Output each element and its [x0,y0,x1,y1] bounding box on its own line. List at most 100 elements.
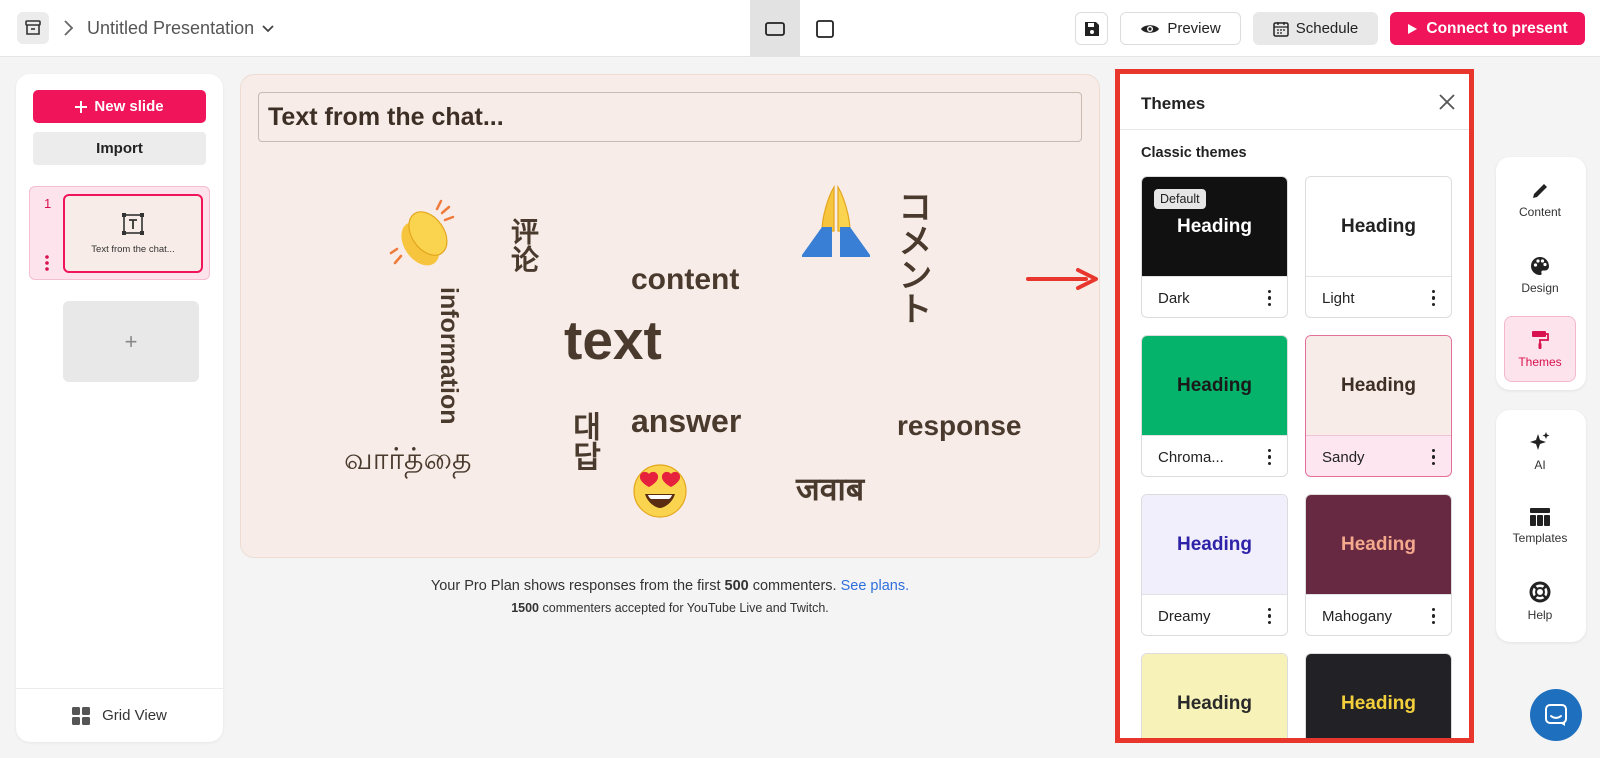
widescreen-view-button[interactable] [750,0,800,57]
theme-heading: Heading [1177,215,1252,237]
add-slide-symbol: + [124,328,138,354]
plan-notice-line2-count: 1500 [511,601,540,615]
slide-thumbnail-item[interactable]: 1 Text from the chat... [29,186,210,280]
theme-heading: Heading [1341,533,1416,555]
play-icon [1408,23,1418,34]
chevron-down-icon [262,24,274,32]
word-tamil: வார்த்தை [344,443,472,476]
home-button[interactable] [17,12,49,44]
theme-name: Chroma... [1158,448,1224,466]
more-options-icon[interactable] [1267,448,1271,466]
right-tool-rail: Content Design Themes [1496,157,1586,390]
grid-view-label: Grid View [102,707,167,724]
plan-notice: Your Pro Plan shows responses from the f… [240,578,1100,594]
square-view-button[interactable] [800,0,850,57]
theme-card-chroma[interactable]: Heading Chroma... [1141,335,1288,477]
plan-notice-line2: 1500 commenters accepted for YouTube Liv… [240,601,1100,615]
grid-icon [72,706,91,725]
theme-preview: Heading [1142,495,1287,594]
themes-header: Themes [1120,74,1469,130]
lifebuoy-icon [1529,581,1551,602]
classic-themes-label: Classic themes [1141,145,1247,161]
new-slide-button[interactable]: New slide [33,90,206,123]
slide-thumbnail[interactable]: Text from the chat... [63,194,203,273]
more-options-icon[interactable] [1267,289,1271,307]
connect-label: Connect to present [1426,19,1568,37]
theme-footer: Mahogany [1306,594,1451,635]
theme-card-mahogany[interactable]: Heading Mahogany [1305,494,1452,636]
paint-roller-icon [1532,330,1549,349]
preview-button[interactable]: Preview [1120,12,1241,45]
presentation-title[interactable]: Untitled Presentation [87,18,274,39]
themes-panel: Themes Classic themes Default Heading Da… [1115,69,1474,743]
theme-card-sandy[interactable]: Heading Sandy [1305,335,1452,477]
more-options-icon[interactable] [1431,448,1435,466]
plan-notice-suffix: commenters. [748,578,841,594]
themes-panel-title: Themes [1141,94,1206,113]
theme-heading: Heading [1177,374,1252,396]
calendar-icon [1272,21,1289,37]
slide-options-icon[interactable] [45,255,49,271]
word-daedap: 대답 [567,411,600,471]
more-options-icon[interactable] [1267,607,1271,625]
eye-icon [1141,24,1160,33]
theme-preview: Heading [1306,654,1451,738]
preview-label: Preview [1167,20,1221,37]
theme-name: Light [1322,289,1355,307]
theme-preview: Heading [1142,336,1287,435]
word-javab: जवाब [796,471,865,507]
plan-notice-prefix: Your Pro Plan shows responses from the f… [430,578,725,594]
templates-tab[interactable]: Templates [1504,493,1576,559]
text-type-icon [122,213,144,235]
add-slide-button[interactable]: + [63,301,199,382]
theme-heading: Heading [1177,533,1252,555]
slide-number: 1 [44,196,52,211]
theme-name: Dreamy [1158,607,1211,625]
word-information: information [435,287,463,425]
grid-view-button[interactable]: Grid View [16,688,223,742]
theme-card-dreamy[interactable]: Heading Dreamy [1141,494,1288,636]
plan-notice-count: 500 [724,578,749,594]
ai-tab[interactable]: AI [1504,418,1576,484]
theme-footer: Light [1306,276,1451,317]
design-tab-label: Design [1521,280,1559,295]
square-icon [816,19,834,38]
save-button[interactable] [1075,12,1108,45]
connect-to-present-button[interactable]: Connect to present [1390,12,1585,45]
content-tab[interactable]: Content [1504,167,1576,233]
chevron-right-icon [64,20,74,36]
theme-card-dark[interactable]: Default Heading Dark [1141,176,1288,318]
schedule-label: Schedule [1295,20,1359,37]
import-button[interactable]: Import [33,132,206,165]
palette-icon [1531,256,1549,275]
themes-tab-label: Themes [1518,354,1562,369]
theme-card-light[interactable]: Heading Light [1305,176,1452,318]
theme-preview: Heading [1306,495,1451,594]
see-plans-link[interactable]: See plans. [841,578,910,594]
more-options-icon[interactable] [1431,607,1435,625]
chat-icon [1545,704,1567,726]
content-tab-label: Content [1518,204,1562,219]
plus-icon [75,100,88,113]
templates-tab-label: Templates [1512,530,1568,545]
ai-tab-label: AI [1534,457,1546,472]
theme-heading: Heading [1177,692,1252,714]
themes-tab[interactable]: Themes [1504,316,1576,382]
design-tab[interactable]: Design [1504,242,1576,308]
theme-heading: Heading [1341,215,1416,237]
right-help-rail: AI Templates Help [1496,410,1586,642]
support-chat-button[interactable] [1530,689,1582,741]
theme-card-yellow[interactable]: Heading [1141,653,1288,738]
help-tab[interactable]: Help [1504,568,1576,634]
folded-hands-emoji [796,181,876,265]
help-tab-label: Help [1527,607,1553,622]
theme-card-night[interactable]: Heading [1305,653,1452,738]
more-options-icon[interactable] [1431,289,1435,307]
close-icon[interactable] [1439,94,1455,110]
templates-icon [1530,507,1550,526]
word-text: text [564,309,662,371]
theme-name: Sandy [1322,448,1365,466]
widescreen-icon [765,21,785,36]
schedule-button[interactable]: Schedule [1253,12,1378,45]
slide-title-input[interactable]: Text from the chat... [258,92,1082,142]
